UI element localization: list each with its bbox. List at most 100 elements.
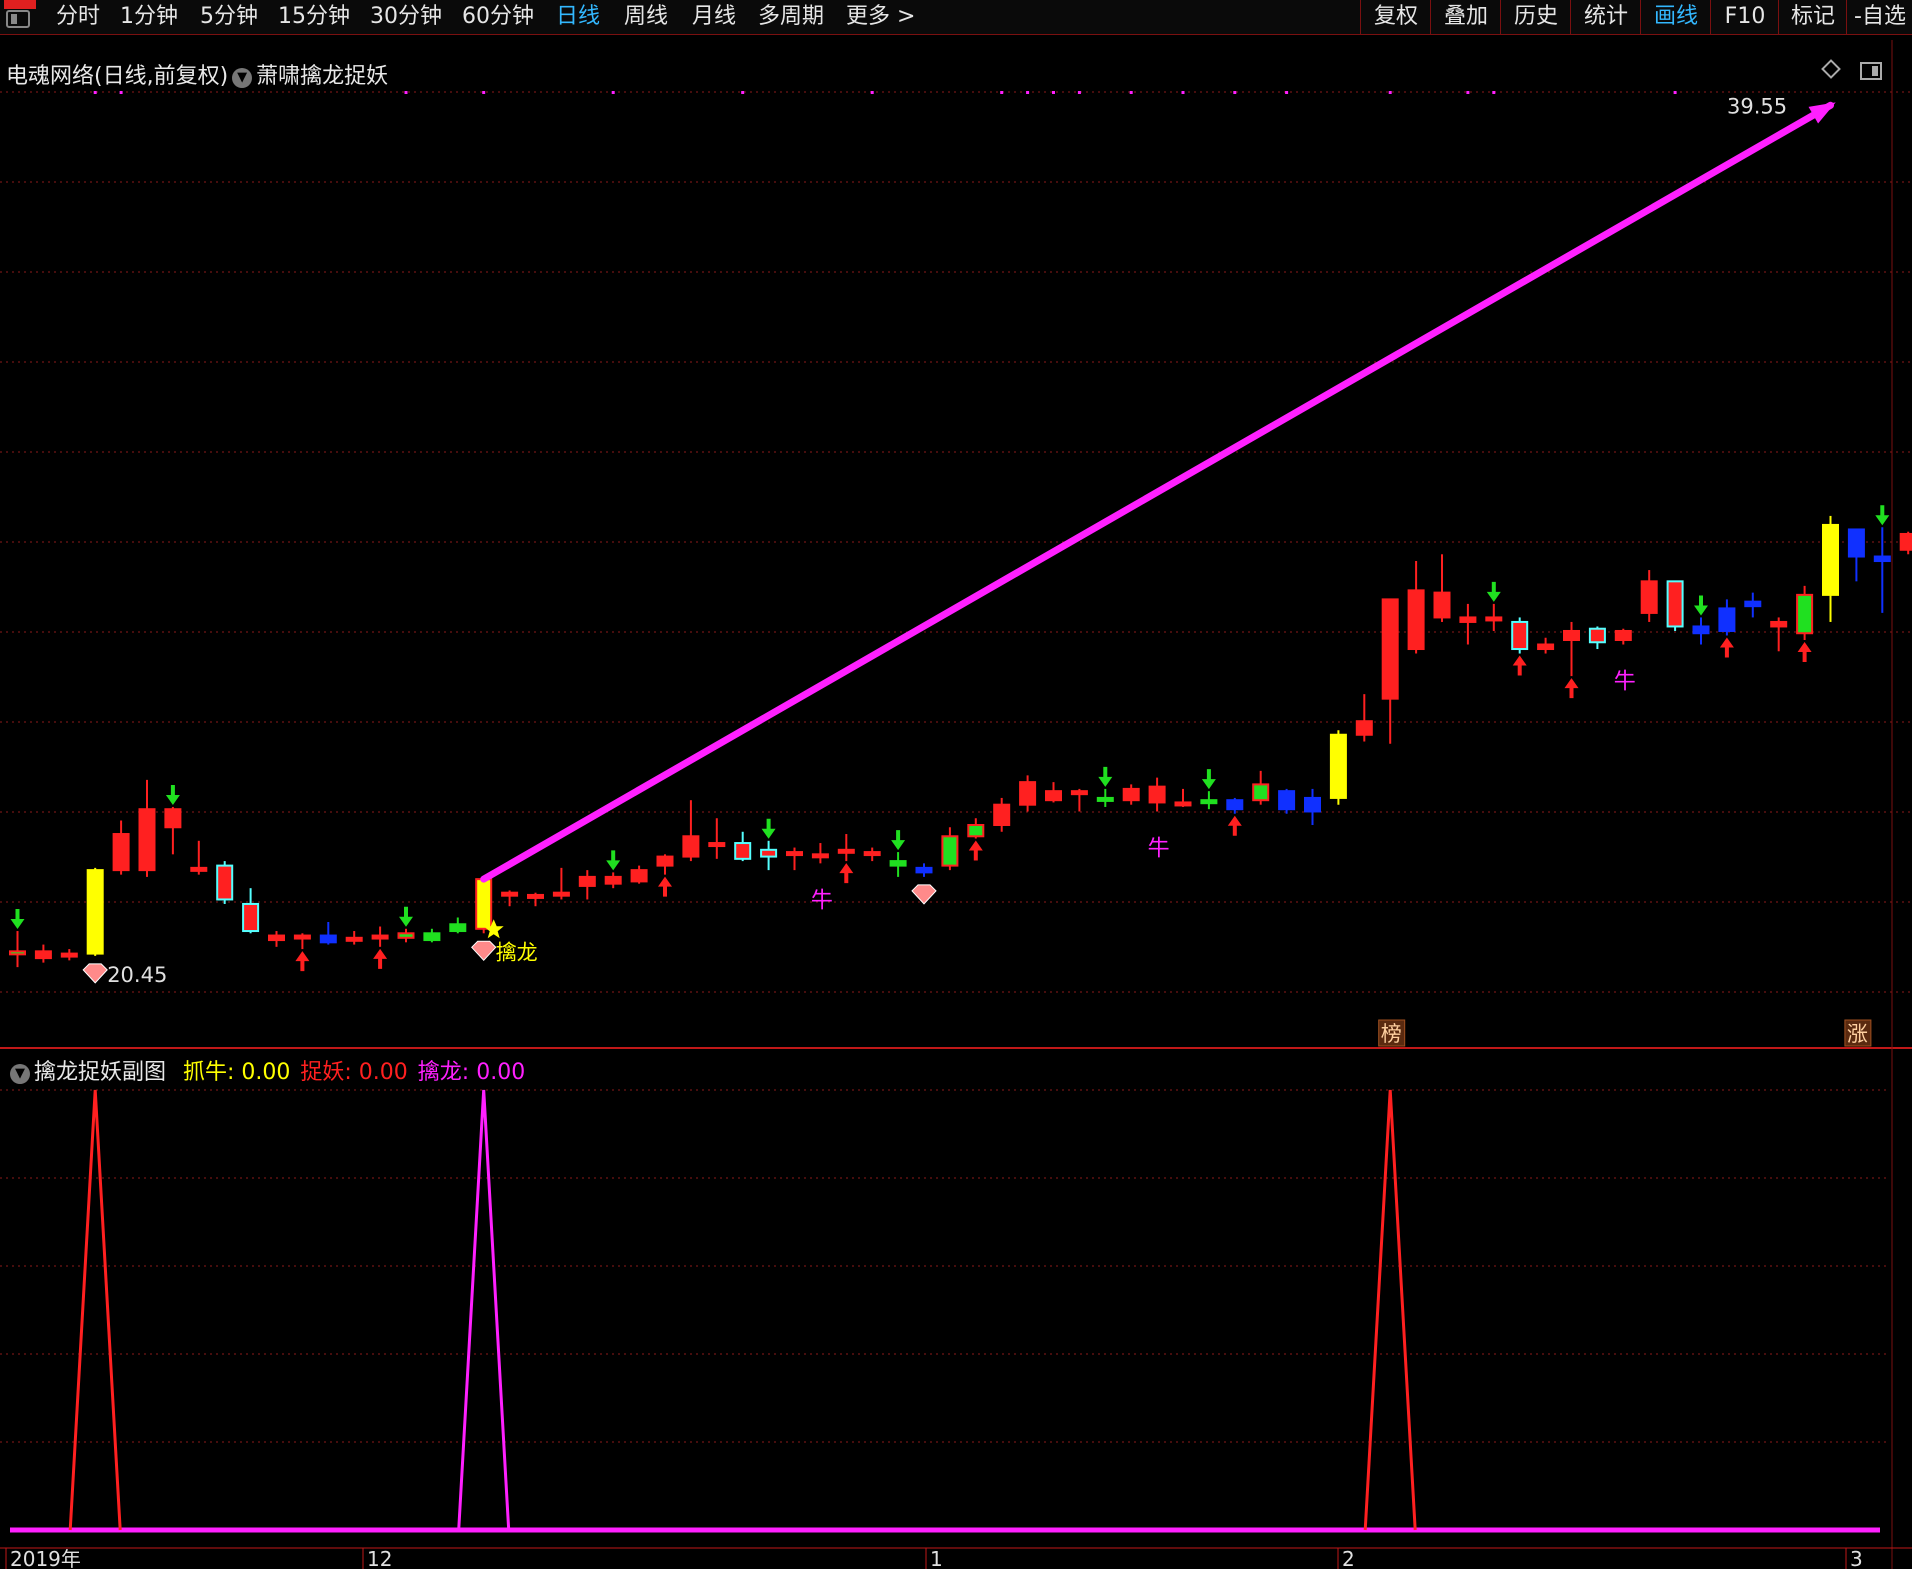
signal-dot <box>1673 91 1677 94</box>
candle-body <box>1692 625 1710 635</box>
candle-body <box>1019 781 1037 806</box>
candle-body <box>993 803 1011 827</box>
buy-arrow-icon <box>1719 637 1734 658</box>
candle-body <box>811 853 829 859</box>
candle-body <box>915 866 933 874</box>
sell-arrow-icon <box>165 784 180 805</box>
candle-body <box>1329 733 1347 799</box>
candle-body <box>1588 627 1606 644</box>
sub-spike-0 <box>68 1089 122 1531</box>
candle-body <box>1433 591 1451 619</box>
candle-body <box>734 842 752 860</box>
badge-label: 涨 <box>1847 1022 1868 1046</box>
candles <box>9 515 1912 968</box>
sell-arrow-icon <box>891 830 906 851</box>
candle-body <box>527 893 544 899</box>
sell-arrow-icon <box>606 850 621 871</box>
candle-body <box>1278 790 1296 811</box>
sell-arrow-icon <box>399 906 413 927</box>
buy-arrow-icon <box>373 948 388 969</box>
niu-label-0: 牛 <box>811 888 833 913</box>
candle-body <box>216 864 234 901</box>
candle-body <box>319 934 337 944</box>
signal-dot <box>1052 91 1055 94</box>
price-high-label: 39.55 <box>1727 94 1787 118</box>
signal-dot <box>119 91 123 94</box>
trendline-arrow-icon <box>1808 102 1836 124</box>
candle-body <box>656 855 674 867</box>
signal-dot <box>1466 91 1470 94</box>
trendline-group <box>480 101 1836 883</box>
gem-icon <box>471 940 497 962</box>
candle-body <box>397 932 415 939</box>
candle-body <box>1666 580 1684 628</box>
candle-body <box>578 875 596 887</box>
sell-arrow-icon <box>1875 505 1890 526</box>
candle-body <box>889 860 907 867</box>
candle-body <box>708 842 726 848</box>
signal-label-0: 20.45 <box>107 963 167 987</box>
signal-dot <box>1129 91 1133 94</box>
candle-body <box>138 808 156 872</box>
candle-body <box>164 808 182 829</box>
buy-arrow-icon <box>968 840 983 861</box>
buy-arrow-icon <box>1512 655 1527 676</box>
sub-spike-1 <box>457 1089 511 1531</box>
candle-body <box>9 950 26 956</box>
candle-body <box>1744 600 1762 608</box>
signal-dot <box>482 91 486 94</box>
signal-label-1: 擒龙 <box>496 940 538 964</box>
x-tick-label-3: 2 <box>1342 1547 1355 1569</box>
candle-body <box>1200 799 1218 805</box>
candle-body <box>1252 783 1270 802</box>
candle-body <box>60 952 78 958</box>
candle-body <box>1459 616 1477 623</box>
candle-body <box>1873 555 1891 563</box>
buy-arrow-icon <box>1564 678 1579 699</box>
buy-arrow-icon <box>1227 815 1242 836</box>
candle-body <box>268 934 285 942</box>
signal-dot <box>1000 91 1004 94</box>
candle-body <box>475 878 493 930</box>
signal-dot <box>870 91 874 94</box>
x-axis: 2019年 12 1 2 3 <box>0 1547 1912 1569</box>
gem-icon <box>82 963 108 984</box>
x-tick-label-2: 1 <box>930 1547 943 1569</box>
candle-body <box>1304 796 1321 813</box>
buy-arrow-icon <box>839 863 854 884</box>
candle-body <box>1070 790 1088 796</box>
x-tick-label-4: 3 <box>1850 1547 1863 1569</box>
sell-arrow-icon <box>10 909 25 930</box>
buy-arrow-icon <box>295 951 310 972</box>
candle-body <box>837 848 855 854</box>
candle-body <box>1563 629 1580 641</box>
chart-canvas: 20.45擒龙牛牛牛 2019年 12 1 2 3 39.55榜涨 <box>0 40 1912 1569</box>
candle-body <box>242 902 260 933</box>
candle-body <box>1174 801 1192 807</box>
candle-body <box>1847 528 1865 558</box>
candle-body <box>1640 580 1658 614</box>
signal-dot <box>1285 91 1289 94</box>
signal-dot <box>1077 91 1081 94</box>
candle-body <box>86 869 104 955</box>
buy-arrow-icon <box>658 876 672 897</box>
candle-body <box>190 866 208 872</box>
signal-dot <box>1233 91 1237 94</box>
candle-body <box>501 891 519 897</box>
candle-body <box>552 891 570 897</box>
candle-body <box>1096 796 1114 802</box>
niu-label-2: 牛 <box>1148 836 1170 861</box>
candle-body <box>1511 620 1529 651</box>
signal-dot <box>1181 91 1185 94</box>
candle-body <box>1718 607 1736 632</box>
x-tick-label-1: 12 <box>367 1547 392 1569</box>
trendline <box>480 101 1834 883</box>
sell-arrow-icon <box>1098 766 1113 787</box>
signal-dot <box>1492 91 1496 94</box>
sell-arrow-icon <box>1201 769 1216 790</box>
niu-label-1: 牛 <box>1614 670 1636 695</box>
candle-body <box>1485 616 1503 622</box>
candle-body <box>604 875 622 885</box>
candle-body <box>863 851 881 857</box>
sub-grid <box>0 1089 1890 1443</box>
